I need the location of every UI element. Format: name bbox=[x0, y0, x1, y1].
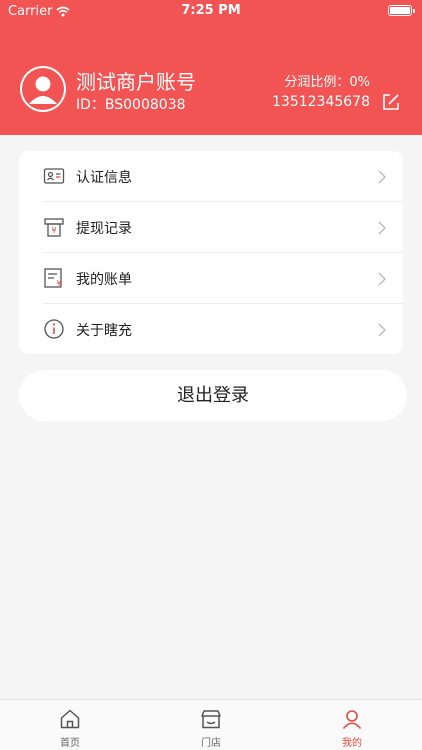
tab-store[interactable]: 门店 bbox=[141, 700, 281, 750]
profile-header: Carrier 7:25 PM 测试商户账号 ID：BS0008038 分润比例… bbox=[0, 0, 422, 135]
battery-icon bbox=[388, 5, 415, 16]
tab-home[interactable]: 首页 bbox=[0, 700, 140, 750]
merchant-id: ID：BS0008038 bbox=[76, 97, 186, 113]
merchant-name: 测试商户账号 bbox=[76, 70, 196, 94]
menu-item-withdraw-records[interactable]: ¥ 提现记录 bbox=[19, 202, 403, 253]
menu-card: 认证信息 ¥ 提现记录 ¥ 我的账单 关于瞎充 bbox=[19, 151, 403, 354]
user-icon bbox=[342, 710, 362, 730]
chevron-right-icon bbox=[378, 323, 386, 337]
tab-mine[interactable]: 我的 bbox=[282, 700, 422, 750]
phone-number: 13512345678 bbox=[272, 94, 370, 110]
tab-label: 门店 bbox=[201, 738, 221, 749]
store-icon bbox=[201, 710, 221, 729]
id-card-icon bbox=[43, 168, 65, 184]
edit-icon[interactable] bbox=[382, 93, 400, 111]
menu-item-my-bills[interactable]: ¥ 我的账单 bbox=[19, 253, 403, 304]
withdraw-icon: ¥ bbox=[44, 218, 64, 237]
chevron-right-icon bbox=[378, 272, 386, 286]
status-bar: Carrier 7:25 PM bbox=[0, 0, 422, 22]
home-icon bbox=[60, 709, 80, 729]
avatar[interactable] bbox=[20, 66, 66, 112]
menu-item-label: 我的账单 bbox=[76, 271, 132, 288]
tab-bar: 首页 门店 我的 bbox=[0, 699, 422, 750]
svg-text:¥: ¥ bbox=[56, 279, 61, 288]
chevron-right-icon bbox=[378, 221, 386, 235]
status-time: 7:25 PM bbox=[181, 3, 241, 18]
user-avatar-icon bbox=[22, 68, 64, 110]
bill-icon: ¥ bbox=[44, 268, 62, 288]
menu-item-label: 关于瞎充 bbox=[76, 322, 132, 339]
info-icon bbox=[44, 319, 64, 339]
menu-item-certification[interactable]: 认证信息 bbox=[19, 151, 403, 202]
chevron-right-icon bbox=[378, 170, 386, 184]
menu-item-label: 提现记录 bbox=[76, 220, 132, 237]
menu-item-label: 认证信息 bbox=[76, 169, 132, 186]
tab-label: 首页 bbox=[60, 738, 80, 749]
menu-item-about[interactable]: 关于瞎充 bbox=[19, 304, 403, 354]
share-ratio: 分润比例：0% bbox=[284, 75, 370, 90]
svg-text:¥: ¥ bbox=[51, 226, 56, 235]
tab-label: 我的 bbox=[342, 738, 362, 749]
logout-button[interactable]: 退出登录 bbox=[19, 370, 407, 421]
